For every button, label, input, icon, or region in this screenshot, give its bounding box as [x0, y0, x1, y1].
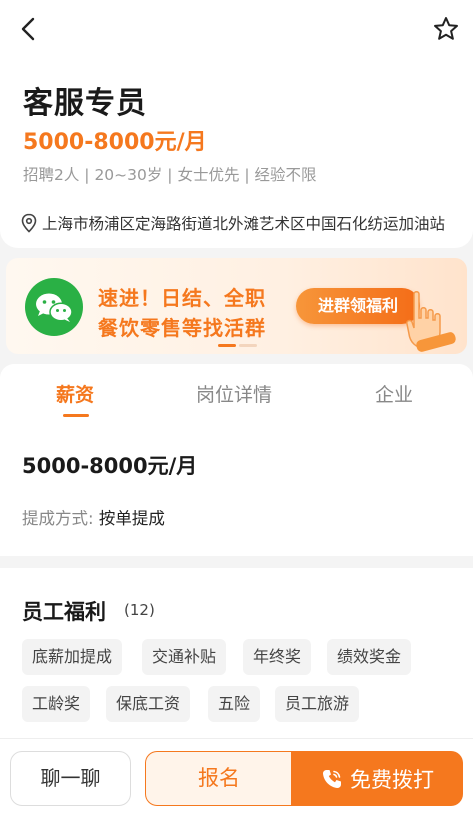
banner-headline: 速进！日结、全职 [98, 286, 266, 310]
benefit-tag: 年终奖 [243, 639, 312, 675]
benefits-title: 员工福利 [22, 600, 106, 624]
benefit-tag: 工龄奖 [22, 686, 91, 722]
group-promo-banner[interactable]: 速进！日结、全职 餐饮零售等找活群 进群领福利 [6, 258, 467, 354]
tab-company[interactable]: 企业 [375, 380, 413, 407]
salary-section-amount: 5000-8000元/月 [22, 454, 198, 478]
pagination-dot [239, 344, 257, 347]
wechat-icon [25, 278, 83, 336]
benefit-tag: 保底工资 [106, 686, 191, 722]
benefits-count: (12) [124, 601, 155, 619]
star-icon [434, 17, 458, 40]
benefit-tag: 底薪加提成 [22, 639, 123, 675]
commission-value: 按单提成 [98, 509, 165, 528]
banner-subheadline: 餐饮零售等找活群 [98, 316, 266, 340]
free-call-label: 免费拨打 [350, 767, 434, 792]
benefit-tag: 五险 [208, 686, 261, 722]
join-group-button[interactable]: 进群领福利 [296, 288, 420, 324]
active-tab-indicator [63, 414, 89, 417]
address-text: 上海市杨浦区定海路街道北外滩艺术区中国石化纺运加油站 [42, 215, 446, 233]
location-pin-icon [21, 213, 37, 233]
pagination-dot-active [218, 344, 236, 347]
phone-icon [323, 769, 341, 788]
back-button[interactable] [14, 14, 44, 44]
signup-button[interactable]: 报名 [145, 751, 292, 806]
job-requirements: 招聘2人 | 20~30岁 | 女士优先 | 经验不限 [23, 166, 317, 184]
favorite-button[interactable] [431, 14, 461, 44]
top-nav-bar [0, 0, 473, 60]
tab-job-details[interactable]: 岗位详情 [196, 380, 272, 407]
tab-salary[interactable]: 薪资 [56, 380, 94, 407]
salary-section [0, 420, 473, 556]
pointing-hand-icon [406, 291, 456, 352]
commission-row: 提成方式: 按单提成 [22, 505, 165, 529]
free-call-button[interactable]: 免费拨打 [291, 751, 463, 806]
benefit-tag: 交通补贴 [142, 639, 227, 675]
benefit-tag: 绩效奖金 [327, 639, 412, 675]
job-salary: 5000-8000元/月 [23, 130, 207, 155]
job-address[interactable]: 上海市杨浦区定海路街道北外滩艺术区中国石化纺运加油站 [20, 212, 445, 234]
benefit-tag: 员工旅游 [275, 686, 360, 722]
banner-pagination [218, 344, 257, 347]
detail-tabs: 薪资 岗位详情 企业 [0, 364, 473, 420]
commission-label: 提成方式: [22, 509, 94, 528]
chat-button[interactable]: 聊一聊 [10, 751, 131, 806]
back-arrow-icon [21, 17, 35, 41]
job-title: 客服专员 [23, 86, 147, 121]
